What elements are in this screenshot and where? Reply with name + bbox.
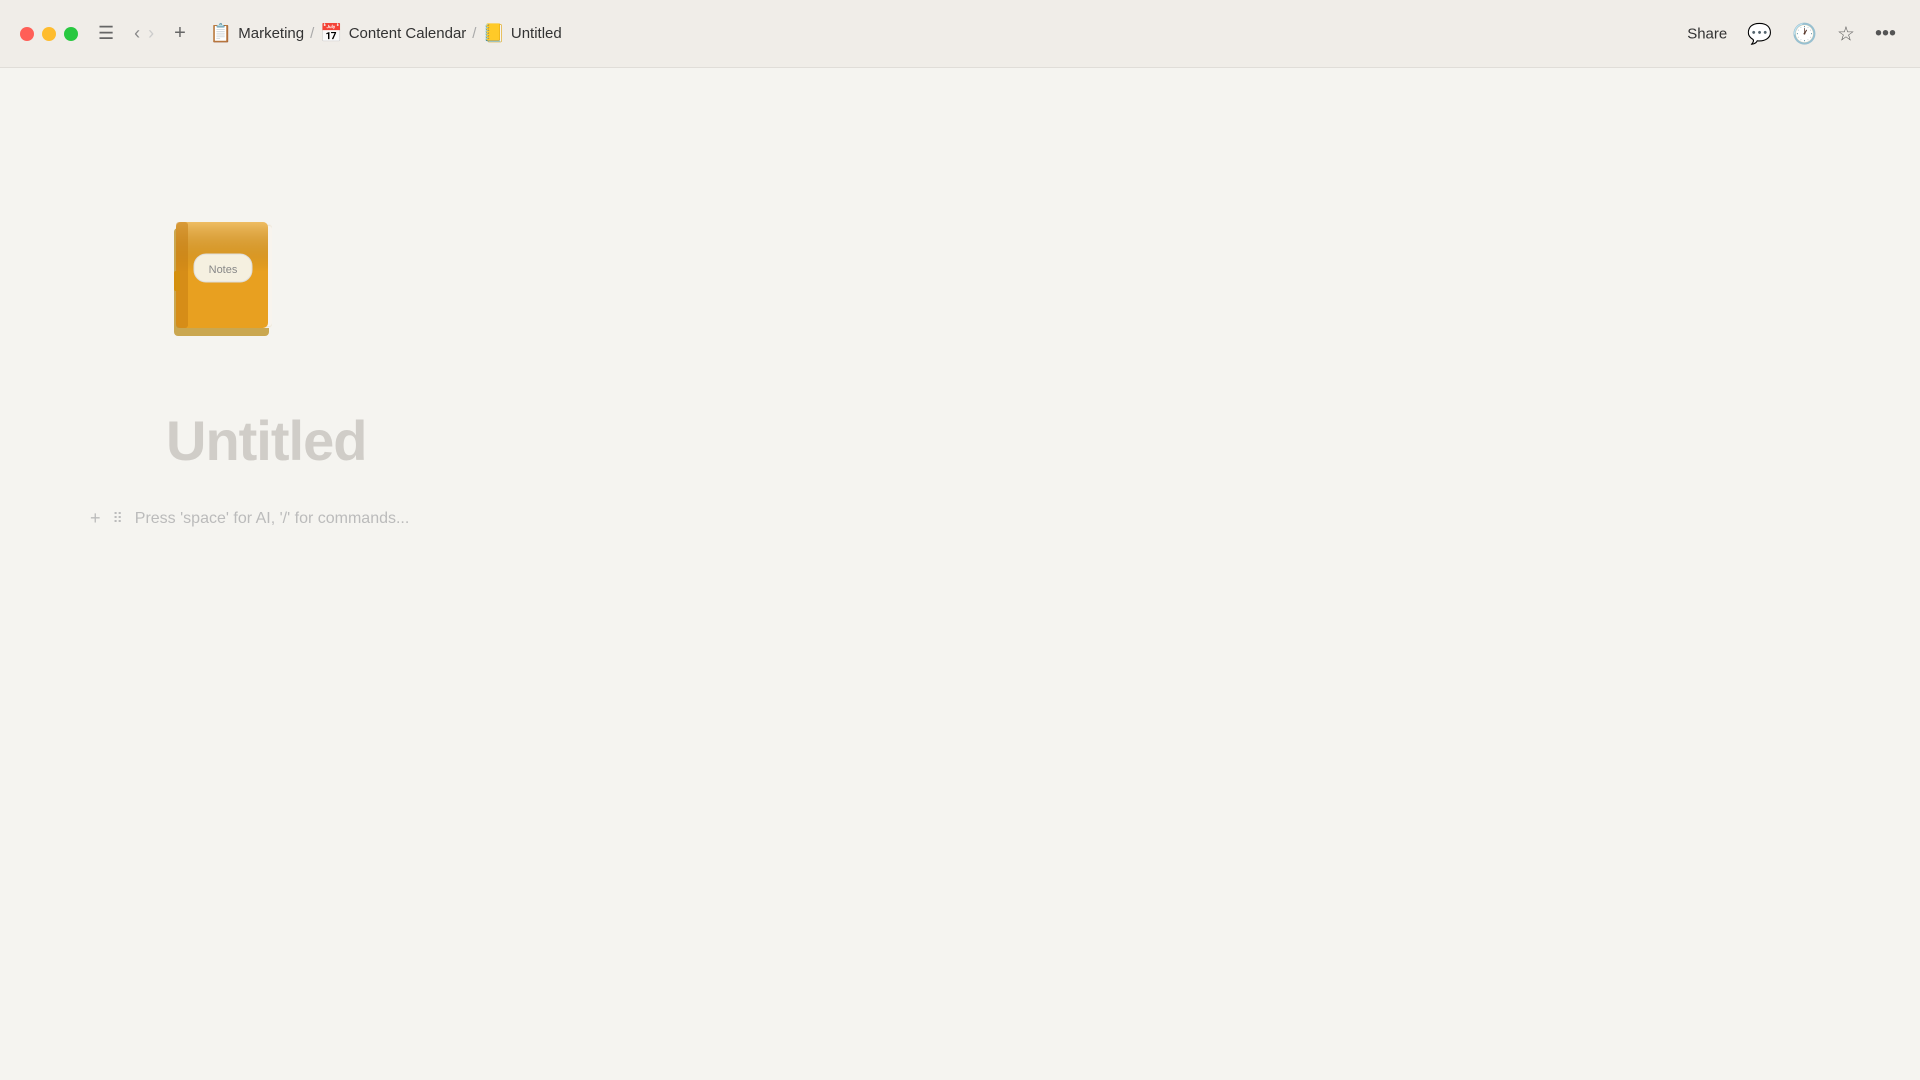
page-cover-icon[interactable]: Notes [166, 216, 286, 351]
more-options-icon[interactable]: ••• [1875, 22, 1896, 45]
page-title-area[interactable]: Untitled [166, 408, 366, 473]
svg-text:Notes: Notes [209, 264, 238, 276]
add-block-button[interactable]: + [90, 508, 101, 529]
notebook-svg: Notes [166, 216, 286, 346]
new-page-button[interactable]: + [174, 22, 186, 45]
page-icon: 📒 [482, 23, 504, 44]
breadcrumb-marketing[interactable]: Marketing [238, 25, 304, 42]
page-title[interactable]: Untitled [166, 408, 366, 473]
close-button[interactable] [20, 27, 34, 41]
breadcrumb-sep-2: / [472, 25, 476, 42]
main-content: Notes Untitled + ⠿ Press 'space' for AI,… [0, 68, 1920, 1080]
minimize-button[interactable] [42, 27, 56, 41]
forward-arrow-icon[interactable]: › [148, 23, 154, 44]
titlebar-right: Share 💬 🕐 ☆ ••• [1687, 21, 1896, 46]
comments-icon[interactable]: 💬 [1747, 21, 1772, 46]
favorite-icon[interactable]: ☆ [1837, 21, 1855, 46]
drag-handle-icon[interactable]: ⠿ [113, 510, 123, 527]
titlebar-left: ☰ ‹ › + 📋 Marketing / 📅 Content Calendar… [98, 22, 562, 45]
traffic-lights [20, 27, 78, 41]
breadcrumb-untitled[interactable]: Untitled [511, 25, 562, 42]
breadcrumb-content-calendar[interactable]: Content Calendar [349, 25, 467, 42]
breadcrumb: 📋 Marketing / 📅 Content Calendar / 📒 Unt… [210, 23, 562, 44]
content-calendar-icon: 📅 [320, 23, 342, 44]
sidebar-toggle-icon[interactable]: ☰ [98, 23, 114, 44]
breadcrumb-sep-1: / [310, 25, 314, 42]
maximize-button[interactable] [64, 27, 78, 41]
content-editor-block[interactable]: + ⠿ Press 'space' for AI, '/' for comman… [90, 508, 409, 529]
editor-placeholder[interactable]: Press 'space' for AI, '/' for commands..… [135, 510, 410, 528]
marketing-icon: 📋 [210, 23, 232, 44]
share-button[interactable]: Share [1687, 25, 1727, 42]
history-icon[interactable]: 🕐 [1792, 21, 1817, 46]
nav-arrows: ‹ › [134, 23, 154, 44]
titlebar: ☰ ‹ › + 📋 Marketing / 📅 Content Calendar… [0, 0, 1920, 68]
back-arrow-icon[interactable]: ‹ [134, 23, 140, 44]
